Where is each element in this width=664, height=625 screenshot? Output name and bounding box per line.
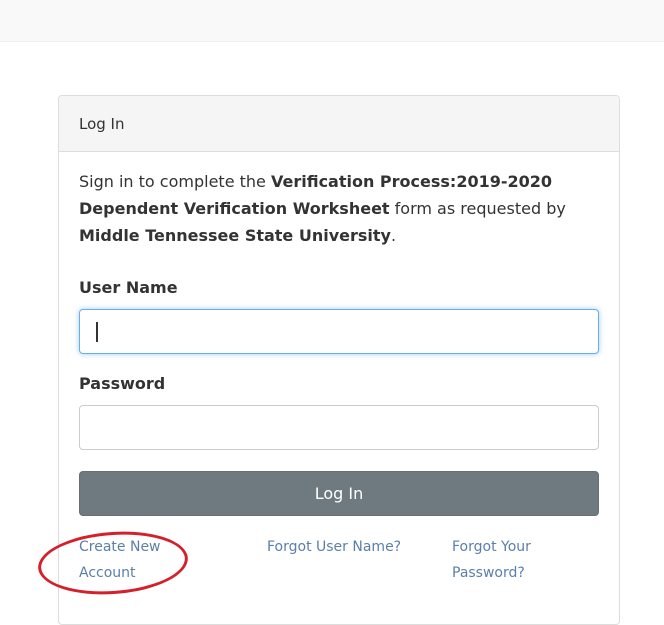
intro-text-1: Sign in to complete the <box>79 172 271 191</box>
login-panel: Log In Sign in to complete the Verificat… <box>58 95 620 625</box>
panel-title: Log In <box>79 114 125 133</box>
intro-text-3: . <box>390 226 397 245</box>
intro-school-name: Middle Tennessee State University <box>79 226 391 245</box>
create-account-link[interactable]: Create New Account <box>79 534 189 586</box>
top-bar <box>0 0 664 42</box>
username-label: User Name <box>79 278 178 297</box>
account-links: Create New Account Forgot User Name? For… <box>79 534 599 604</box>
forgot-username-link[interactable]: Forgot User Name? <box>267 534 401 560</box>
intro-text-2: form as requested by <box>389 199 566 218</box>
password-label: Password <box>79 374 166 393</box>
password-input[interactable] <box>79 405 599 450</box>
forgot-password-link[interactable]: Forgot Your Password? <box>452 534 562 586</box>
username-input[interactable] <box>79 309 599 354</box>
panel-body: Sign in to complete the Verification Pro… <box>59 152 619 604</box>
intro-text: Sign in to complete the Verification Pro… <box>79 168 579 250</box>
text-cursor <box>96 322 98 342</box>
panel-heading: Log In <box>59 96 619 152</box>
login-button[interactable]: Log In <box>79 471 599 516</box>
